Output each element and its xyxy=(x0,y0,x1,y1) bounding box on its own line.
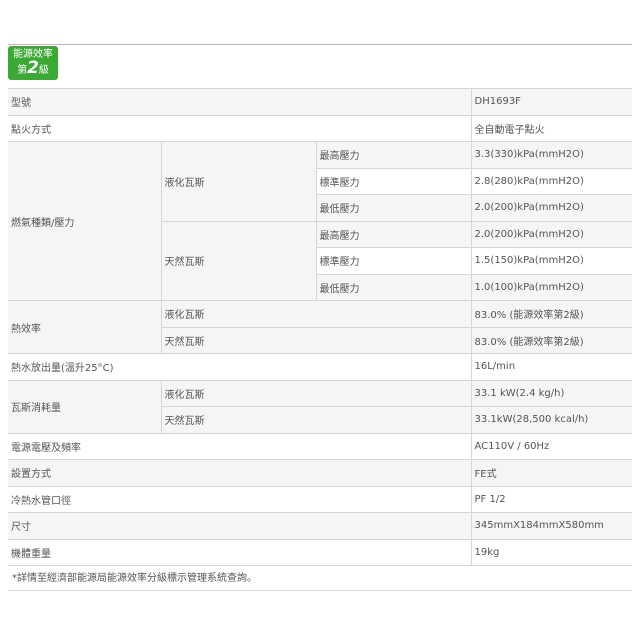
spec-label: 熱水放出量(溫升25°C) xyxy=(8,353,472,381)
spec-sublabel: 液化瓦斯 xyxy=(160,300,472,328)
spec-value: 83.0% (能源效率第2級) xyxy=(470,327,633,354)
spec-label: 機體重量 xyxy=(8,539,472,566)
energy-efficiency-badge: 能源效率 第2級 xyxy=(8,46,58,80)
spec-pressure-label: 最高壓力 xyxy=(315,221,472,248)
spec-pressure-label: 最低壓力 xyxy=(315,274,472,301)
badge-rank-prefix: 第 xyxy=(17,65,28,76)
spec-row-hot-water: 熱水放出量(溫升25°C) 16L/min xyxy=(8,353,633,381)
spec-row-model: 型號 DH1693F xyxy=(8,88,633,116)
spec-row-install: 設置方式 FE式 xyxy=(8,459,633,487)
spec-sublabel: 天然瓦斯 xyxy=(160,406,472,434)
bottom-divider xyxy=(8,590,632,591)
spec-value: 16L/min xyxy=(470,353,633,381)
spec-label: 型號 xyxy=(8,88,472,116)
spec-value: 3.3(330)kPa(mmH2O) xyxy=(470,141,633,169)
spec-row-weight: 機體重量 19kg xyxy=(8,539,633,566)
spec-value: PF 1/2 xyxy=(470,486,633,513)
spec-value: 1.5(150)kPa(mmH2O) xyxy=(470,247,633,275)
spec-label: 瓦斯消耗量 xyxy=(8,380,161,434)
spec-pressure-label: 最高壓力 xyxy=(315,141,472,169)
spec-label: 電源電壓及頻率 xyxy=(8,433,472,460)
spec-value: 83.0% (能源效率第2級) xyxy=(470,300,633,328)
spec-pressure-label: 標準壓力 xyxy=(315,247,472,275)
spec-sublabel: 液化瓦斯 xyxy=(160,141,316,222)
spec-row-efficiency-lpg: 熱效率 液化瓦斯 83.0% (能源效率第2級) xyxy=(8,300,633,354)
spec-label: 設置方式 xyxy=(8,459,472,487)
spec-value: 33.1kW(28,500 kcal/h) xyxy=(470,406,633,434)
spec-table: 型號 DH1693F 點火方式 全自動電子點火 燃氣種類/壓力 液化瓦斯 最高壓… xyxy=(8,88,633,566)
badge-rank-number: 2 xyxy=(27,58,39,78)
spec-row-consumption-lpg: 瓦斯消耗量 液化瓦斯 33.1 kW(2.4 kg/h) xyxy=(8,380,633,434)
spec-sublabel: 天然瓦斯 xyxy=(160,327,472,354)
spec-label: 燃氣種類/壓力 xyxy=(8,141,161,301)
spec-value: 33.1 kW(2.4 kg/h) xyxy=(470,380,633,407)
spec-value: 2.8(280)kPa(mmH2O) xyxy=(470,168,633,195)
spec-value: 1.0(100)kPa(mmH2O) xyxy=(470,274,633,301)
spec-label: 熱效率 xyxy=(8,300,161,354)
spec-value: AC110V / 60Hz xyxy=(470,433,633,460)
top-divider xyxy=(8,44,632,45)
spec-sublabel: 天然瓦斯 xyxy=(160,221,316,301)
spec-value: FE式 xyxy=(470,459,633,487)
spec-row-ignition: 點火方式 全自動電子點火 xyxy=(8,115,633,142)
spec-value: 全自動電子點火 xyxy=(470,115,633,142)
spec-value: DH1693F xyxy=(470,88,633,116)
spec-value: 19kg xyxy=(470,539,633,566)
spec-value: 2.0(200)kPa(mmH2O) xyxy=(470,194,633,222)
spec-row-gas-lpg-max: 燃氣種類/壓力 液化瓦斯 最高壓力 3.3(330)kPa(mmH2O) xyxy=(8,141,633,301)
spec-pressure-label: 最低壓力 xyxy=(315,194,472,222)
spec-label: 尺寸 xyxy=(8,512,472,540)
badge-rank: 第2級 xyxy=(8,58,58,78)
spec-value: 345mmX184mmX580mm xyxy=(470,512,633,540)
spec-value: 2.0(200)kPa(mmH2O) xyxy=(470,221,633,248)
spec-row-power: 電源電壓及頻率 AC110V / 60Hz xyxy=(8,433,633,460)
spec-label: 點火方式 xyxy=(8,115,472,142)
spec-row-size: 尺寸 345mmX184mmX580mm xyxy=(8,512,633,540)
footnote: *詳情至經濟部能源局能源效率分級標示管理系統查詢。 xyxy=(12,573,257,584)
spec-pressure-label: 標準壓力 xyxy=(315,168,472,195)
badge-rank-suffix: 級 xyxy=(38,65,49,76)
spec-label: 冷熱水管口徑 xyxy=(8,486,472,513)
spec-row-pipe: 冷熱水管口徑 PF 1/2 xyxy=(8,486,633,513)
spec-sublabel: 液化瓦斯 xyxy=(160,380,472,407)
